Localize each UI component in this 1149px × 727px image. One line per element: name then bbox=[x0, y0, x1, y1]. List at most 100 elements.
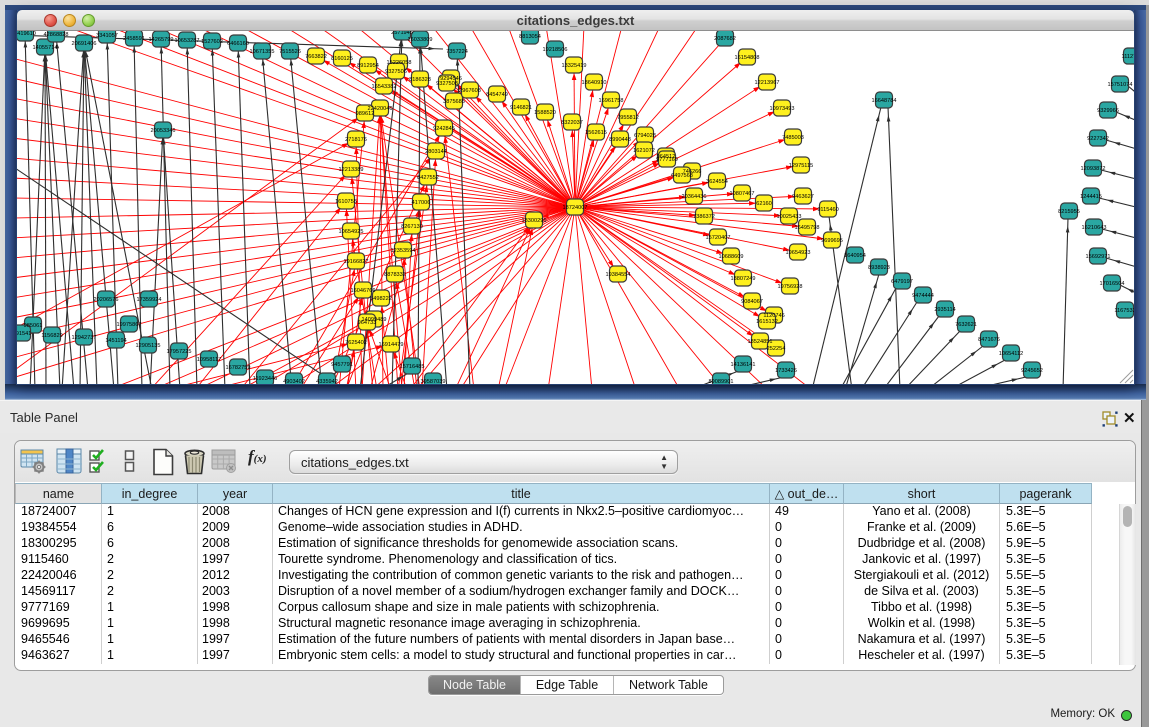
svg-text:15692971: 15692971 bbox=[1086, 254, 1111, 260]
svg-text:19218506: 19218506 bbox=[543, 47, 568, 53]
svg-text:8322037: 8322037 bbox=[561, 120, 583, 126]
svg-text:12905135: 12905135 bbox=[136, 343, 161, 349]
svg-text:1419610: 1419610 bbox=[17, 31, 36, 37]
svg-text:17359924: 17359924 bbox=[137, 297, 162, 303]
svg-text:42868828: 42868828 bbox=[44, 32, 69, 38]
svg-text:10973493: 10973493 bbox=[770, 106, 795, 112]
svg-text:4335942: 4335942 bbox=[316, 379, 338, 384]
svg-text:10958117: 10958117 bbox=[197, 357, 221, 363]
svg-text:16210643: 16210643 bbox=[1082, 225, 1107, 231]
svg-text:20691406: 20691406 bbox=[72, 41, 97, 47]
svg-text:9245652: 9245652 bbox=[1021, 368, 1043, 374]
svg-text:4903402: 4903402 bbox=[283, 379, 305, 384]
svg-text:39587039: 39587039 bbox=[421, 379, 446, 384]
svg-text:89089901: 89089901 bbox=[709, 379, 734, 384]
svg-text:9474444: 9474444 bbox=[912, 293, 934, 299]
svg-text:3875685: 3875685 bbox=[443, 99, 465, 105]
svg-text:10654925: 10654925 bbox=[339, 229, 364, 235]
svg-text:1112714: 1112714 bbox=[1122, 54, 1134, 60]
svg-text:3624554: 3624554 bbox=[706, 179, 728, 185]
svg-text:8215955: 8215955 bbox=[1058, 209, 1080, 215]
svg-text:18300295: 18300295 bbox=[522, 218, 547, 224]
svg-text:8813054: 8813054 bbox=[519, 34, 541, 40]
svg-text:20206576: 20206576 bbox=[94, 297, 119, 303]
svg-text:9329966: 9329966 bbox=[1097, 108, 1119, 114]
svg-text:6479197: 6479197 bbox=[891, 279, 913, 285]
svg-text:18807249: 18807249 bbox=[731, 276, 756, 282]
svg-text:19166827: 19166827 bbox=[344, 259, 369, 265]
svg-text:7515526: 7515526 bbox=[279, 49, 301, 55]
svg-text:7485003: 7485003 bbox=[782, 135, 804, 141]
svg-text:9777169: 9777169 bbox=[656, 157, 678, 163]
svg-text:9327508: 9327508 bbox=[436, 81, 458, 87]
svg-text:252254: 252254 bbox=[767, 346, 786, 352]
svg-text:5498222: 5498222 bbox=[370, 296, 392, 302]
svg-text:19756928: 19756928 bbox=[778, 284, 803, 290]
svg-text:8938923: 8938923 bbox=[868, 265, 890, 271]
svg-text:16961758: 16961758 bbox=[599, 98, 624, 104]
svg-text:20053346: 20053346 bbox=[151, 128, 176, 134]
svg-text:62160: 62160 bbox=[756, 201, 772, 207]
svg-text:12093872: 12093872 bbox=[1081, 166, 1106, 172]
svg-text:6794028: 6794028 bbox=[634, 133, 656, 139]
svg-text:12975115: 12975115 bbox=[789, 163, 813, 169]
svg-text:2967608: 2967608 bbox=[459, 88, 481, 94]
svg-text:14136141: 14136141 bbox=[731, 362, 756, 368]
svg-text:8427552: 8427552 bbox=[417, 175, 439, 181]
svg-text:15716485: 15716485 bbox=[400, 364, 425, 370]
svg-text:12942737: 12942737 bbox=[72, 335, 97, 341]
svg-text:8990448: 8990448 bbox=[609, 137, 631, 143]
svg-text:6466160: 6466160 bbox=[227, 41, 249, 47]
svg-text:13325419: 13325419 bbox=[562, 63, 587, 69]
svg-text:12353594: 12353594 bbox=[391, 248, 416, 254]
svg-text:20364436: 20364436 bbox=[682, 194, 707, 200]
svg-text:2935114: 2935114 bbox=[934, 307, 955, 313]
svg-text:1244415: 1244415 bbox=[1080, 194, 1102, 200]
svg-text:1610755: 1610755 bbox=[335, 199, 357, 205]
svg-text:985061: 985061 bbox=[24, 323, 43, 329]
svg-text:1167533: 1167533 bbox=[1114, 308, 1134, 314]
svg-text:10671355: 10671355 bbox=[250, 49, 275, 55]
svg-text:11923446: 11923446 bbox=[253, 376, 277, 382]
svg-text:1621072: 1621072 bbox=[633, 148, 655, 154]
svg-text:17957225: 17957225 bbox=[167, 349, 192, 355]
svg-text:2803144: 2803144 bbox=[425, 149, 447, 155]
svg-text:15720407: 15720407 bbox=[706, 235, 731, 241]
svg-text:2458591: 2458591 bbox=[123, 36, 145, 42]
svg-text:9084067: 9084067 bbox=[741, 299, 763, 305]
svg-text:7357224: 7357224 bbox=[446, 49, 468, 55]
svg-text:10025433: 10025433 bbox=[777, 214, 802, 220]
svg-text:19384554: 19384554 bbox=[606, 272, 631, 278]
svg-text:18524851: 18524851 bbox=[748, 339, 773, 345]
svg-text:16046766: 16046766 bbox=[351, 288, 376, 294]
svg-text:12213967: 12213967 bbox=[755, 80, 780, 86]
svg-text:1451194: 1451194 bbox=[105, 338, 126, 344]
svg-text:15751074: 15751074 bbox=[1108, 82, 1133, 88]
svg-text:15226058: 15226058 bbox=[387, 60, 412, 66]
svg-text:10654112: 10654112 bbox=[999, 351, 1023, 357]
svg-text:14265799: 14265799 bbox=[149, 37, 174, 43]
svg-text:8471676: 8471676 bbox=[978, 337, 1000, 343]
svg-text:1615132: 1615132 bbox=[756, 319, 778, 325]
svg-text:9227342: 9227342 bbox=[1087, 136, 1109, 142]
svg-text:8160125: 8160125 bbox=[331, 56, 353, 62]
svg-text:8454749: 8454749 bbox=[486, 92, 508, 98]
svg-text:16033809: 16033809 bbox=[408, 37, 433, 43]
svg-text:9327506: 9327506 bbox=[385, 69, 407, 75]
svg-text:7955812: 7955812 bbox=[617, 115, 639, 121]
svg-text:964733: 964733 bbox=[358, 320, 377, 326]
svg-text:16495798: 16495798 bbox=[795, 225, 820, 231]
svg-text:19975867: 19975867 bbox=[117, 322, 142, 328]
svg-text:17016504: 17016504 bbox=[1100, 281, 1125, 287]
svg-text:1156829: 1156829 bbox=[41, 333, 62, 339]
svg-text:1562615: 1562615 bbox=[585, 130, 607, 136]
svg-text:6497568: 6497568 bbox=[671, 173, 693, 179]
svg-text:16648784: 16648784 bbox=[872, 98, 897, 104]
svg-text:9115460: 9115460 bbox=[817, 207, 838, 213]
svg-text:989612: 989612 bbox=[356, 111, 375, 117]
svg-text:9146821: 9146821 bbox=[510, 105, 532, 111]
svg-text:18724007: 18724007 bbox=[563, 205, 588, 211]
svg-text:12213389: 12213389 bbox=[339, 167, 364, 173]
svg-text:8267130: 8267130 bbox=[401, 224, 423, 230]
svg-text:7632621: 7632621 bbox=[955, 322, 977, 328]
